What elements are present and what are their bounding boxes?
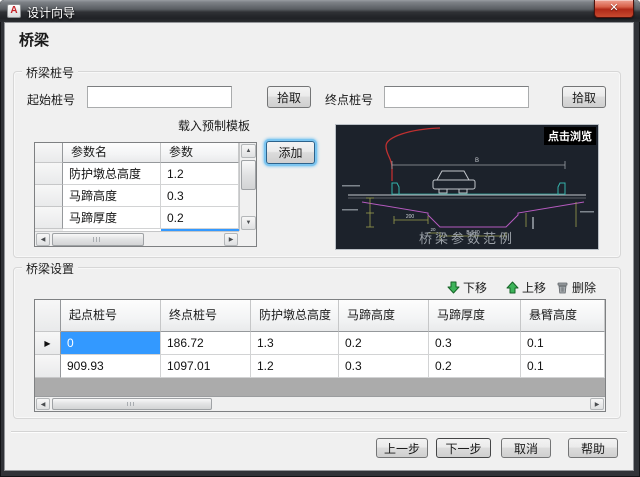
dim-label-200: 200 [406,214,415,220]
title-bar[interactable]: A 设计向导 ✕ [0,0,640,22]
table-row[interactable]: ▶ 0 186.72 1.3 0.2 0.3 0.1 [35,332,605,355]
hscroll-thumb[interactable] [52,398,212,410]
move-up-button[interactable]: 上移 [506,279,546,295]
scroll-left-button[interactable]: ◀ [36,233,50,246]
settings-table: 起点桩号 终点桩号 防护墩总高度 马蹄高度 马蹄厚度 悬臂高度 ▶ 0 186.… [34,299,606,412]
param-table-hscrollbar[interactable]: ◀ ▶ [35,231,239,246]
move-up-label: 上移 [522,279,546,296]
table-row[interactable]: 防护墩总高度 1.2 [35,163,256,185]
table-row[interactable]: 马蹄厚度 0.2 [35,207,256,229]
move-down-label: 下移 [463,279,487,296]
column-header[interactable]: 终点桩号 [161,300,251,332]
vscroll-thumb[interactable] [241,160,256,190]
app-icon: A [7,4,21,18]
cancel-button[interactable]: 取消 [501,438,551,458]
scroll-right-button[interactable]: ▶ [224,233,238,246]
grid-cell[interactable]: 0.1 [521,355,605,378]
scroll-left-button[interactable]: ◀ [36,398,50,410]
window-title: 设计向导 [27,4,75,21]
settings-group-label: 桥梁设置 [22,260,78,277]
close-button[interactable]: ✕ [594,0,634,18]
param-value-cell[interactable]: 0.3 [161,185,239,207]
column-header[interactable]: 防护墩总高度 [251,300,339,332]
dim-label-b: B [475,158,479,164]
row-header[interactable] [35,355,61,378]
previous-button[interactable]: 上一步 [376,438,428,458]
table-row[interactable]: 马蹄高度 0.3 [35,185,256,207]
end-station-label: 终点桩号 [325,91,373,108]
move-down-button[interactable]: 下移 [447,279,487,295]
preview-caption: 桥梁参数范例 [336,228,598,247]
scrollbar-corner [239,231,256,246]
footer-separator [11,431,627,433]
row-header[interactable] [35,207,63,229]
end-station-input[interactable] [384,86,529,108]
row-header[interactable] [35,163,63,185]
trash-icon [556,281,569,294]
current-row-marker[interactable]: ▶ [35,332,61,355]
pile-number-group: 桥梁桩号 起始桩号 拾取 终点桩号 拾取 载入预制模板 参数名 参数 防护墩总高… [13,71,621,258]
param-value-cell[interactable]: 0.2 [161,207,239,229]
param-value-header[interactable]: 参数 [161,143,239,163]
grid-cell[interactable]: 0.2 [429,355,521,378]
settings-corner-cell [35,300,61,332]
table-row[interactable]: 909.93 1097.01 1.2 0.3 0.2 0.1 [35,355,605,378]
param-name-header[interactable]: 参数名 [63,143,161,163]
column-header[interactable]: 马蹄厚度 [429,300,521,332]
scroll-down-button[interactable]: ▼ [241,216,256,230]
design-wizard-window: A 设计向导 ✕ 桥梁 桥梁桩号 起始桩号 拾取 终点桩号 拾取 载入预制模板 … [0,0,640,477]
settings-header-row: 起点桩号 终点桩号 防护墩总高度 马蹄高度 马蹄厚度 悬臂高度 [35,300,605,332]
next-button[interactable]: 下一步 [436,438,491,458]
pile-group-label: 桥梁桩号 [22,64,78,81]
param-corner-cell [35,143,63,163]
delete-button[interactable]: 删除 [556,279,596,295]
grid-cell[interactable]: 909.93 [61,355,161,378]
grid-filler [35,378,605,396]
grid-cell[interactable]: 1.3 [251,332,339,355]
column-header[interactable]: 起点桩号 [61,300,161,332]
row-header[interactable] [35,185,63,207]
arrow-down-icon [447,281,460,294]
help-button[interactable]: 帮助 [568,438,618,458]
param-table-header-row: 参数名 参数 [35,143,256,163]
scroll-right-button[interactable]: ▶ [590,398,604,410]
grid-cell[interactable]: 0.1 [521,332,605,355]
column-header[interactable]: 悬臂高度 [521,300,605,332]
settings-hscrollbar[interactable]: ◀ ▶ [35,396,605,411]
param-name-cell[interactable]: 马蹄高度 [63,185,161,207]
start-station-input[interactable] [87,86,232,108]
param-table: 参数名 参数 防护墩总高度 1.2 马蹄高度 0.3 马蹄厚度 0.2 [34,142,257,247]
grid-cell[interactable]: 0.2 [339,332,429,355]
scroll-up-button[interactable]: ▲ [241,144,256,158]
param-value-cell[interactable]: 1.2 [161,163,239,185]
grid-cell[interactable]: 1097.01 [161,355,251,378]
grid-cell[interactable]: 0.3 [339,355,429,378]
add-button[interactable]: 添加 [266,141,315,164]
pick-start-button[interactable]: 拾取 [267,86,311,108]
dialog-body: 桥梁 桥梁桩号 起始桩号 拾取 终点桩号 拾取 载入预制模板 参数名 参数 防护… [4,22,634,471]
delete-label: 删除 [572,279,596,296]
bridge-preview[interactable]: B [335,124,599,250]
param-name-cell[interactable]: 马蹄厚度 [63,207,161,229]
column-header[interactable]: 马蹄高度 [339,300,429,332]
arrow-up-icon [506,281,519,294]
grid-cell-selected[interactable]: 0 [61,332,161,355]
start-station-label: 起始桩号 [27,91,75,108]
param-table-vscrollbar[interactable]: ▲ ▼ [239,143,256,231]
page-title: 桥梁 [19,29,49,50]
hscroll-thumb[interactable] [52,233,144,246]
param-name-cell[interactable]: 防护墩总高度 [63,163,161,185]
click-to-browse-badge: 点击浏览 [544,127,596,145]
bridge-settings-group: 桥梁设置 下移 上移 删除 [13,267,621,419]
grid-cell[interactable]: 186.72 [161,332,251,355]
pick-end-button[interactable]: 拾取 [562,86,606,108]
grid-cell[interactable]: 1.2 [251,355,339,378]
load-template-label: 载入预制模板 [114,117,314,134]
grid-cell[interactable]: 0.3 [429,332,521,355]
